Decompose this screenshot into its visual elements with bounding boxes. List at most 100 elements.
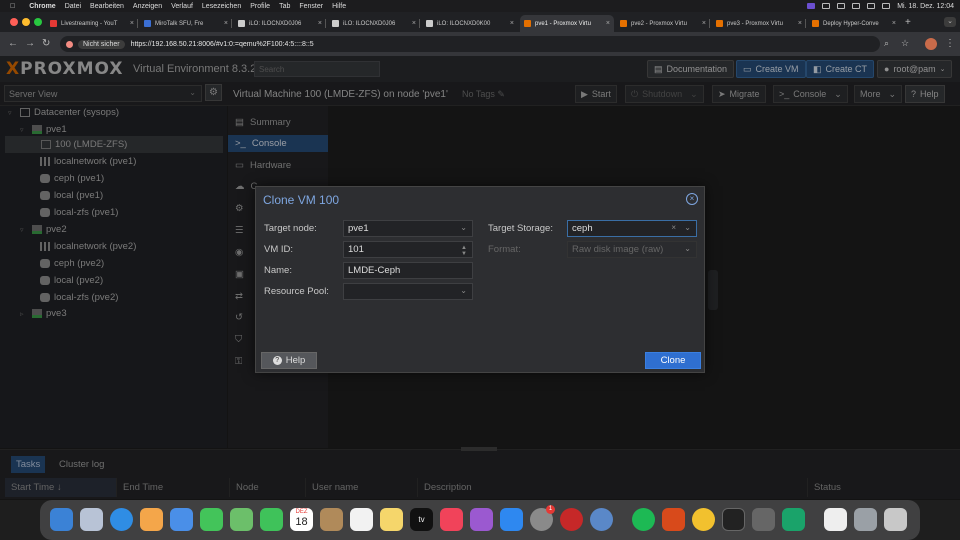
new-tab-icon[interactable]: + — [905, 17, 911, 28]
menu-item-verlauf[interactable]: Verlauf — [171, 3, 193, 10]
help-button[interactable]: ? Help — [261, 352, 317, 369]
menu-item-profile[interactable]: Profile — [250, 3, 270, 10]
mail-icon[interactable] — [170, 508, 193, 531]
menu-item-tab[interactable]: Tab — [279, 3, 290, 10]
chevron-down-icon: ⌄ — [684, 223, 691, 232]
search-icon[interactable] — [867, 3, 876, 9]
profile-avatar[interactable] — [925, 38, 937, 50]
target-node-select[interactable]: pve1 ⌄ — [343, 220, 473, 237]
document-icon[interactable] — [824, 508, 847, 531]
terminal-icon[interactable] — [722, 508, 745, 531]
tab-close-icon[interactable]: × — [318, 20, 322, 27]
calendar-icon[interactable]: DEZ 18 — [290, 508, 313, 531]
menu-item-fenster[interactable]: Fenster — [299, 3, 323, 10]
tab-close-icon[interactable]: × — [798, 20, 802, 27]
podcasts-icon[interactable] — [470, 508, 493, 531]
clone-button[interactable]: Clone — [645, 352, 701, 369]
menu-item-lesezeichen[interactable]: Lesezeichen — [202, 3, 241, 10]
menu-item-bearbeiten[interactable]: Bearbeiten — [90, 3, 124, 10]
menu-item-datei[interactable]: Datei — [65, 3, 81, 10]
photos-icon[interactable] — [140, 508, 163, 531]
window-close-button[interactable] — [10, 18, 18, 26]
launchpad-icon[interactable] — [80, 508, 103, 531]
menu-item-hilfe[interactable]: Hilfe — [332, 3, 346, 10]
app-icon[interactable] — [782, 508, 805, 531]
zoom-icon[interactable]: ⌕ — [884, 38, 889, 49]
tab-close-icon[interactable]: × — [224, 20, 228, 27]
facetime-icon[interactable] — [260, 508, 283, 531]
control-center-icon[interactable] — [882, 3, 891, 9]
chevron-down-icon: ⌄ — [460, 286, 467, 295]
volume-icon[interactable] — [822, 3, 831, 9]
browser-tab[interactable]: MiroTalk SFU, Fre × — [140, 15, 232, 32]
tab-close-icon[interactable]: × — [702, 20, 706, 27]
maps-icon[interactable] — [230, 508, 253, 531]
back-icon[interactable]: ← — [8, 38, 18, 49]
reload-icon[interactable]: ↻ — [42, 38, 50, 49]
battery-icon[interactable] — [837, 3, 846, 9]
tab-close-icon[interactable]: × — [892, 20, 896, 27]
menu-item-anzeigen[interactable]: Anzeigen — [133, 3, 162, 10]
resource-pool-select[interactable]: ⌄ — [343, 283, 473, 300]
safari-icon[interactable] — [110, 508, 133, 531]
menu-app-name[interactable]: Chrome — [29, 3, 55, 10]
tab-search-icon[interactable]: ⌄ — [944, 17, 956, 27]
name-input[interactable]: LMDE-Ceph — [343, 262, 473, 279]
tab-close-icon[interactable]: × — [130, 20, 134, 27]
not-secure-indicator[interactable]: Nicht sicher — [66, 39, 125, 49]
target-storage-label: Target Storage: — [488, 223, 553, 234]
tab-close-icon[interactable]: × — [606, 20, 610, 27]
app-icon[interactable] — [560, 508, 583, 531]
chrome-menu-icon[interactable]: ⋮ — [945, 38, 955, 49]
trash-icon[interactable] — [884, 508, 907, 531]
chevron-down-icon: ⌄ — [460, 223, 467, 232]
menu-clock[interactable]: Mi. 18. Dez. 12:04 — [897, 3, 954, 10]
vm-id-spinner[interactable]: 101 ▲ ▼ — [343, 241, 473, 258]
apple-icon[interactable]:  — [10, 3, 15, 10]
messages-icon[interactable] — [200, 508, 223, 531]
chrome-icon[interactable] — [692, 508, 715, 531]
app-icon[interactable] — [590, 508, 613, 531]
notes-icon[interactable] — [380, 508, 403, 531]
target-node-label: Target node: — [264, 223, 317, 234]
app-store-icon[interactable] — [500, 508, 523, 531]
browser-tab[interactable]: pve2 - Proxmox Virtu × — [616, 15, 710, 32]
music-icon[interactable] — [440, 508, 463, 531]
wifi-icon[interactable] — [852, 3, 861, 9]
clear-icon[interactable]: × — [671, 223, 676, 232]
window-minimize-button[interactable] — [22, 18, 30, 26]
calendar-month: DEZ — [295, 509, 308, 515]
app-icon[interactable] — [662, 508, 685, 531]
calculator-icon[interactable] — [752, 508, 775, 531]
spotify-icon[interactable] — [632, 508, 655, 531]
tab-title: iLO: ILOCNXD0J06 — [343, 20, 396, 27]
target-storage-select[interactable]: ceph × ⌄ — [567, 220, 697, 237]
tab-close-icon[interactable]: × — [510, 20, 514, 27]
apple-tv-icon[interactable]: tv — [410, 508, 433, 531]
browser-tab[interactable]: Deploy Hyper-Conve × — [808, 15, 900, 32]
window-zoom-button[interactable] — [34, 18, 42, 26]
address-bar[interactable]: Nicht sicher https://192.168.50.21:8006/… — [60, 36, 880, 52]
warning-icon — [66, 40, 73, 48]
tab-favicon-icon — [332, 20, 339, 27]
contacts-icon[interactable] — [320, 508, 343, 531]
browser-tab[interactable]: pve3 - Proxmox Virtu × — [712, 15, 806, 32]
tab-title: pve3 - Proxmox Virtu — [727, 20, 783, 27]
forward-icon[interactable]: → — [25, 38, 35, 49]
browser-tab[interactable]: Livestreaming - YouT × — [46, 15, 138, 32]
screen-record-icon[interactable] — [807, 3, 816, 9]
browser-tab[interactable]: iLO: ILOCNXD0J06 × — [328, 15, 420, 32]
browser-tab[interactable]: iLO: ILOCNXD0K00 × — [422, 15, 518, 32]
finder-icon[interactable] — [50, 508, 73, 531]
browser-tab[interactable]: iLO: ILOCNXD0J06 × — [234, 15, 326, 32]
downloads-icon[interactable] — [854, 508, 877, 531]
url-text[interactable]: https://192.168.50.21:8006/#v1:0:=qemu%2… — [131, 41, 314, 48]
browser-tab-active[interactable]: pve1 - Proxmox Virtu × — [520, 15, 614, 32]
bookmark-star-icon[interactable]: ☆ — [901, 38, 909, 49]
calendar-day: 18 — [295, 516, 308, 528]
reminders-icon[interactable] — [350, 508, 373, 531]
proxmox-favicon-icon — [716, 20, 723, 27]
tab-close-icon[interactable]: × — [412, 20, 416, 27]
close-icon[interactable]: × — [686, 193, 698, 205]
spinner-icon[interactable]: ▲ ▼ — [461, 245, 467, 257]
